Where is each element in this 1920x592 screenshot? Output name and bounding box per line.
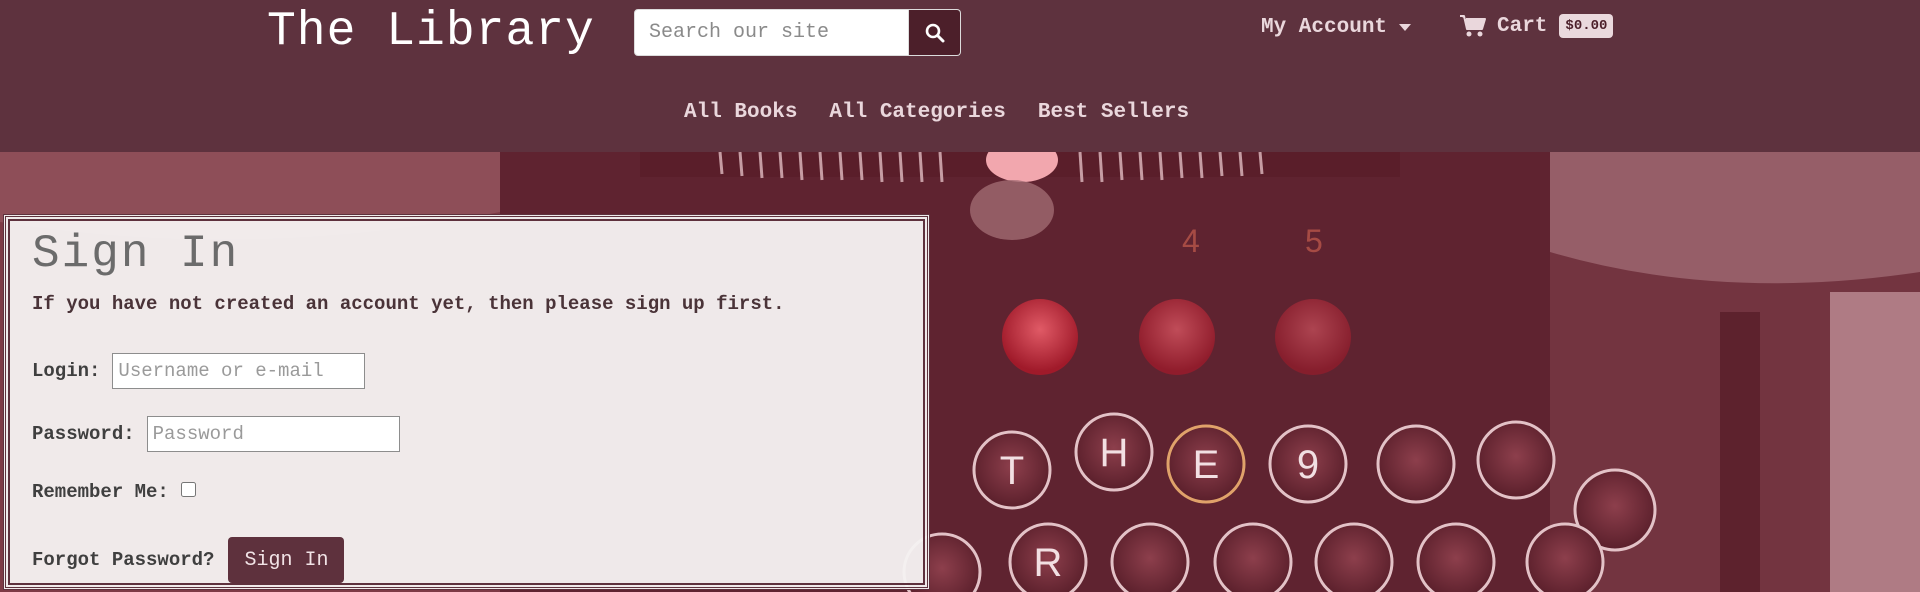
sign-in-button[interactable]: Sign In <box>228 537 345 583</box>
main-nav: All Books All Categories Best Sellers <box>684 101 1189 124</box>
search-form <box>634 9 961 56</box>
shopping-cart-icon <box>1460 15 1486 37</box>
password-input[interactable] <box>146 416 400 452</box>
my-account-label: My Account <box>1261 16 1388 39</box>
search-icon <box>925 23 944 42</box>
search-input[interactable] <box>634 9 909 56</box>
login-label: Login: <box>32 360 101 382</box>
cart-label: Cart <box>1497 14 1548 38</box>
svg-text:E: E <box>1193 443 1220 487</box>
svg-text:T: T <box>1000 449 1024 493</box>
cart-link[interactable]: Cart $0.00 <box>1459 14 1614 38</box>
sign-up-notice: If you have not created an account yet, … <box>32 293 785 315</box>
my-account-dropdown[interactable]: My Account <box>1261 16 1412 39</box>
login-input[interactable] <box>112 353 366 389</box>
svg-text:4: 4 <box>1182 223 1200 259</box>
remember-me-checkbox[interactable] <box>180 481 196 497</box>
nav-best-sellers[interactable]: Best Sellers <box>1038 101 1189 124</box>
forgot-password-link[interactable]: Forgot Password? <box>32 549 214 571</box>
cart-total-badge: $0.00 <box>1559 14 1614 38</box>
sign-in-panel: Sign In If you have not created an accou… <box>3 214 930 590</box>
svg-text:H: H <box>1100 431 1129 475</box>
sign-in-title: Sign In <box>32 228 240 280</box>
top-navbar: The Library My Account Cart $0.00 All Bo… <box>0 0 1920 152</box>
password-row: Password: <box>32 416 400 452</box>
nav-all-books[interactable]: All Books <box>684 101 797 124</box>
site-brand[interactable]: The Library <box>267 4 595 60</box>
login-row: Login: <box>32 353 366 389</box>
remember-me-label: Remember Me: <box>32 481 169 503</box>
svg-text:5: 5 <box>1305 223 1323 259</box>
password-label: Password: <box>32 423 135 445</box>
remember-row: Remember Me: <box>32 481 196 503</box>
svg-text:R: R <box>1034 541 1063 585</box>
search-button[interactable] <box>909 9 961 56</box>
actions-row: Forgot Password? Sign In <box>32 537 345 583</box>
svg-text:9: 9 <box>1297 443 1319 487</box>
nav-all-categories[interactable]: All Categories <box>829 101 1005 124</box>
caret-down-icon <box>1399 24 1412 31</box>
